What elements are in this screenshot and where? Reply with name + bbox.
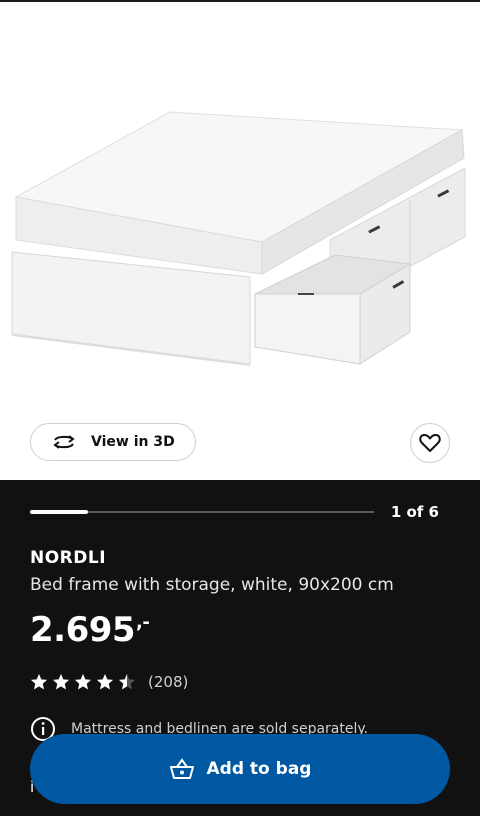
star-full-icon [31, 674, 47, 690]
product-info-panel: 1 of 6 NORDLI Bed frame with storage, wh… [0, 480, 480, 816]
review-count: (208) [148, 673, 189, 691]
star-full-icon [75, 674, 91, 690]
heart-icon [419, 434, 441, 452]
star-full-icon [97, 674, 113, 690]
rating-summary[interactable]: (208) [30, 673, 188, 691]
price-value: 2.695 [30, 610, 136, 650]
product-description: Bed frame with storage, white, 90x200 cm [30, 575, 394, 595]
gallery-progress [30, 510, 374, 514]
favourite-button[interactable] [410, 423, 450, 463]
product-image-area[interactable]: View in 3D [0, 2, 480, 480]
rotate-3d-icon [51, 433, 77, 451]
view-in-3d-button[interactable]: View in 3D [30, 423, 196, 461]
gallery-progress-fill [30, 510, 89, 514]
star-half-icon [119, 674, 135, 690]
price-suffix: ,- [136, 612, 150, 633]
view-in-3d-label: View in 3D [91, 434, 175, 450]
product-price: 2.695,- [30, 610, 150, 650]
add-to-bag-button[interactable]: Add to bag [30, 734, 450, 804]
product-image[interactable] [0, 2, 480, 422]
star-full-icon [53, 674, 69, 690]
basket-icon [169, 758, 194, 779]
gallery-counter: 1 of 6 [390, 503, 439, 521]
add-to-bag-label: Add to bag [206, 759, 312, 779]
rating-stars [30, 673, 136, 691]
product-name: NORDLI [30, 548, 107, 568]
